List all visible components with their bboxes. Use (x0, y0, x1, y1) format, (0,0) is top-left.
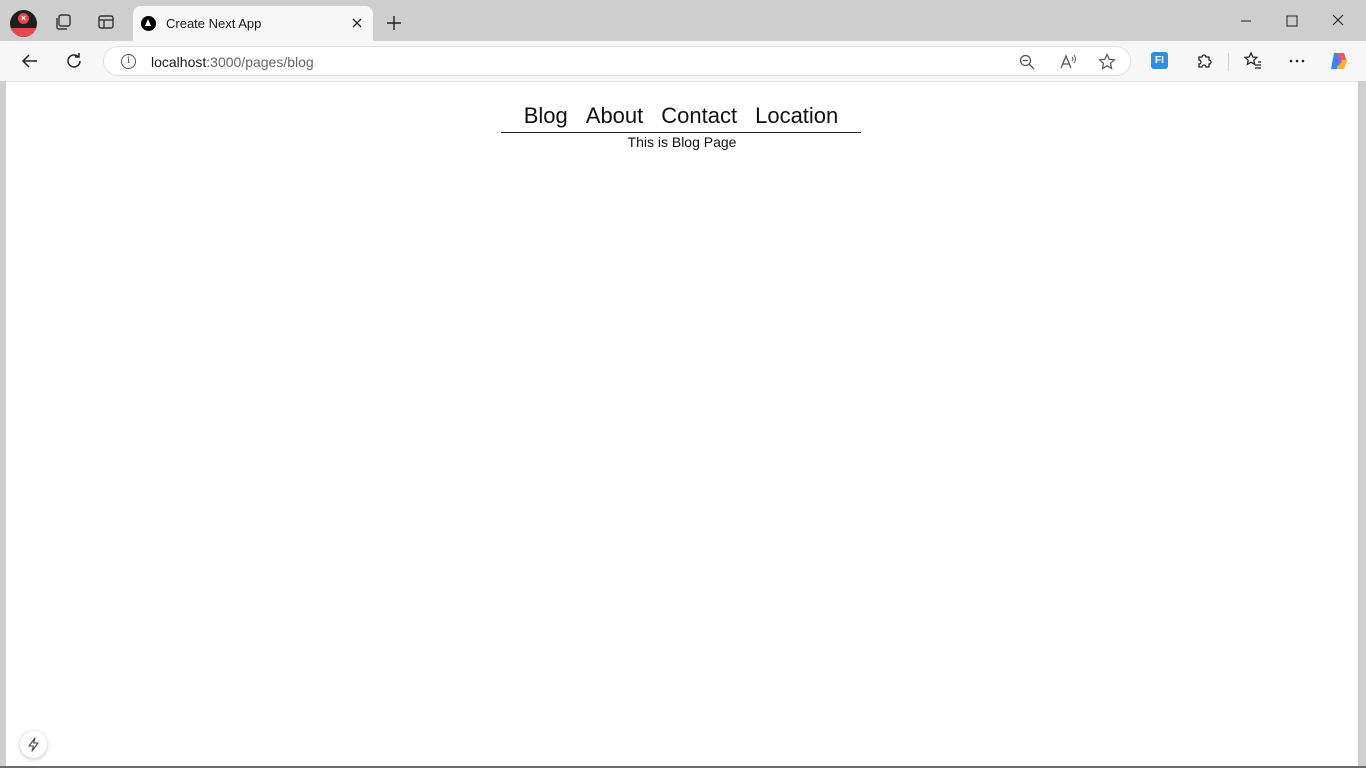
read-aloud-icon[interactable] (1059, 53, 1077, 71)
browser-tab[interactable]: Create Next App (133, 6, 373, 41)
info-icon[interactable]: i (121, 54, 136, 69)
url-host: localhost (151, 54, 207, 70)
site-nav: Blog About Contact Location (501, 102, 861, 133)
url-text: localhost:3000/pages/blog (151, 54, 314, 70)
nextjs-favicon-icon (141, 16, 156, 31)
workspaces-icon[interactable] (54, 12, 74, 32)
browser-toolbar: i localhost:3000/pages/blog FI (0, 41, 1366, 81)
window-close-icon[interactable] (1327, 11, 1349, 31)
page-content-text: This is Blog Page (627, 134, 737, 150)
favorite-star-icon[interactable] (1098, 53, 1116, 71)
maximize-icon[interactable] (1281, 11, 1303, 31)
extensions-icon[interactable] (1194, 51, 1214, 71)
nav-link-about[interactable]: About (586, 102, 644, 132)
url-path: :3000/pages/blog (206, 54, 314, 70)
lightning-icon (28, 737, 39, 752)
nextjs-dev-indicator[interactable] (20, 731, 47, 758)
more-dots-icon[interactable] (1287, 51, 1307, 71)
tab-actions-icon[interactable] (96, 12, 116, 32)
plus-icon[interactable] (384, 13, 404, 33)
nav-link-contact[interactable]: Contact (661, 102, 737, 132)
page-viewport: Blog About Contact Location This is Blog… (6, 81, 1358, 766)
back-arrow-icon[interactable] (20, 51, 40, 71)
profile-icon[interactable]: × (10, 10, 37, 37)
browser-titlebar: × Create Next App (0, 0, 1366, 41)
favorites-icon[interactable] (1243, 51, 1263, 71)
toolbar-separator (1228, 53, 1229, 71)
minimize-icon[interactable] (1235, 11, 1257, 31)
close-icon[interactable] (349, 15, 365, 31)
fi-extension-icon[interactable]: FI (1151, 52, 1168, 69)
nav-link-blog[interactable]: Blog (524, 102, 568, 132)
nav-link-location[interactable]: Location (755, 102, 838, 132)
tab-title: Create Next App (166, 16, 262, 31)
address-bar[interactable]: i localhost:3000/pages/blog (103, 46, 1131, 76)
copilot-icon[interactable] (1328, 50, 1350, 72)
zoom-out-icon[interactable] (1018, 53, 1036, 71)
refresh-icon[interactable] (64, 51, 84, 71)
